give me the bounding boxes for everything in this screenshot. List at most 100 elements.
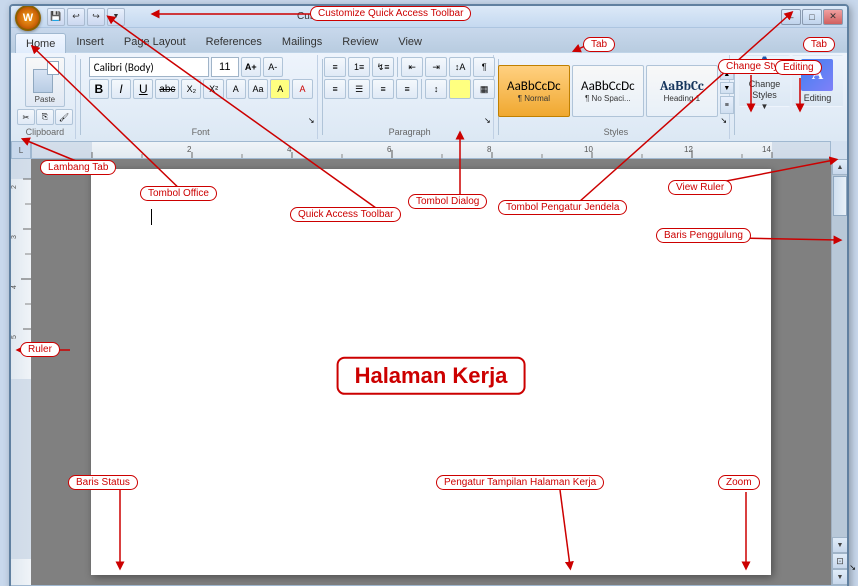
divider-2 <box>322 59 323 135</box>
strikethrough-button[interactable]: abc <box>155 79 179 99</box>
scroll-next-page-button[interactable]: ▼ <box>832 569 848 585</box>
numbering-button[interactable]: 1≡ <box>348 57 370 77</box>
cut-button[interactable]: ✂ <box>17 109 35 125</box>
subscript-button[interactable]: X₂ <box>181 79 201 99</box>
border-button[interactable]: ▦ <box>473 79 495 99</box>
editing-button[interactable]: A Editing <box>792 55 843 107</box>
underline-button[interactable]: U <box>133 79 153 99</box>
bullets-button[interactable]: ≡ <box>324 57 346 77</box>
office-button[interactable]: W <box>15 5 41 31</box>
fontcolor-button[interactable]: A <box>292 79 312 99</box>
styles-scroll-up[interactable]: ▲ <box>720 68 734 80</box>
paragraph-group-content: ≡ 1≡ ↯≡ ⇤ ⇥ ↕A ¶ ≡ ☰ ≡ <box>324 57 495 125</box>
increase-indent-button[interactable]: ⇥ <box>425 57 447 77</box>
font-dialog-launcher[interactable]: ↘ <box>308 116 315 125</box>
document-area[interactable]: Halaman Kerja <box>31 159 831 585</box>
divider-1 <box>80 59 81 135</box>
text-cursor <box>151 209 152 225</box>
align-right-button[interactable]: ≡ <box>372 79 394 99</box>
align-center-button[interactable]: ☰ <box>348 79 370 99</box>
clipboard-group-label: Clipboard <box>26 125 65 137</box>
style-normal-preview: AaBbCcDc <box>507 79 561 94</box>
linespacing-button[interactable]: ↕ <box>425 79 447 99</box>
qat-redo-button[interactable]: ↪ <box>87 8 105 26</box>
styles-scroll-more[interactable]: ≡ <box>720 96 734 114</box>
paragraph-group: ≡ 1≡ ↯≡ ⇤ ⇥ ↕A ¶ ≡ ☰ ≡ <box>327 55 494 139</box>
tab-insert[interactable]: Insert <box>66 32 114 52</box>
svg-text:14: 14 <box>762 145 771 154</box>
ribbon-content: Paste ✂ ⎘ 🖌 Clipboard ↘ <box>11 52 847 141</box>
office-logo: W <box>23 12 33 24</box>
font-size-grow-button[interactable]: A+ <box>241 57 261 77</box>
shading-button[interactable] <box>449 79 471 99</box>
tab-label-annotation: Tab <box>803 37 835 52</box>
style-heading1-item[interactable]: AaBbCc Heading 1 <box>646 65 718 117</box>
scroll-track[interactable] <box>832 175 847 537</box>
change-styles-label: Change Styles <box>740 79 789 101</box>
qat-undo-button[interactable]: ↩ <box>67 8 85 26</box>
tab-references[interactable]: References <box>196 32 272 52</box>
scroll-bottom-button[interactable]: ⊡ <box>832 553 848 569</box>
para-row-2: ≡ ☰ ≡ ≡ ↕ ▦ <box>324 79 495 99</box>
paragraph-group-label: Paragraph <box>389 125 431 137</box>
font-group: Calibri (Body) 11 A+ A- B I U abc X₂ X² … <box>85 55 318 139</box>
styles-scroll-down[interactable]: ▼ <box>720 82 734 94</box>
style-normal-item[interactable]: AaBbCcDc ¶ Normal <box>498 65 570 117</box>
font-name-box[interactable]: Calibri (Body) <box>89 57 209 77</box>
texteffect-button[interactable]: Aa <box>248 79 268 99</box>
superscript-button[interactable]: X² <box>203 79 223 99</box>
svg-text:4: 4 <box>11 285 18 289</box>
view-ruler-button[interactable]: L <box>11 141 31 159</box>
clearformat-button[interactable]: A <box>226 79 246 99</box>
change-styles-icon: A <box>748 51 780 77</box>
svg-text:2: 2 <box>187 145 192 154</box>
clipboard-group: Paste ✂ ⎘ 🖌 Clipboard ↘ <box>15 55 76 139</box>
svg-text:8: 8 <box>487 145 492 154</box>
tab-review[interactable]: Review <box>332 32 388 52</box>
tab-view[interactable]: View <box>388 32 432 52</box>
scroll-thumb[interactable] <box>833 176 847 216</box>
bold-button[interactable]: B <box>89 79 109 99</box>
styles-dialog-launcher[interactable]: ↘ <box>720 116 727 125</box>
paste-button[interactable]: Paste <box>25 57 65 107</box>
v-ruler-svg: 2 3 4 5 <box>11 159 31 585</box>
styles-group: AaBbCcDc ¶ Normal AaBbCcDc ¶ No Spaci...… <box>503 55 730 139</box>
style-nospacing-item[interactable]: AaBbCcDc ¶ No Spaci... <box>572 65 644 117</box>
change-styles-button[interactable]: A Change Styles ▼ <box>739 55 790 107</box>
font-row-1: Calibri (Body) 11 A+ A- <box>89 57 313 77</box>
multilevel-button[interactable]: ↯≡ <box>372 57 394 77</box>
para-dialog-launcher[interactable]: ↘ <box>484 116 491 125</box>
restore-button[interactable]: □ <box>802 9 822 25</box>
paste-label: Paste <box>35 95 55 104</box>
font-size-box[interactable]: 11 <box>211 57 239 77</box>
show-marks-button[interactable]: ¶ <box>473 57 495 77</box>
sort-button[interactable]: ↕A <box>449 57 471 77</box>
styles-scroll-control[interactable]: ▲ ▼ ≡ <box>720 68 734 114</box>
scroll-down-button[interactable]: ▼ <box>832 537 848 553</box>
qat-save-button[interactable]: 💾 <box>47 8 65 26</box>
copy-button[interactable]: ⎘ <box>36 109 54 125</box>
document-page[interactable]: Halaman Kerja <box>91 169 771 575</box>
justify-button[interactable]: ≡ <box>396 79 418 99</box>
italic-button[interactable]: I <box>111 79 131 99</box>
tab-mailings[interactable]: Mailings <box>272 32 332 52</box>
minimize-button[interactable]: – <box>781 9 801 25</box>
editing-icon: A <box>801 59 833 91</box>
editing-label: Editing <box>804 93 832 103</box>
tab-page-layout[interactable]: Page Layout <box>114 32 196 52</box>
horizontal-ruler: 2 4 6 8 10 12 14 <box>31 141 831 159</box>
decrease-indent-button[interactable]: ⇤ <box>401 57 423 77</box>
divider-3 <box>397 57 398 77</box>
format-painter-button[interactable]: 🖌 <box>55 109 73 125</box>
font-size-shrink-button[interactable]: A- <box>263 57 283 77</box>
close-button[interactable]: ✕ <box>823 9 843 25</box>
tab-home[interactable]: Home <box>15 33 66 53</box>
vertical-scrollbar[interactable]: ▲ ▼ ⊡ ▼ <box>831 159 847 585</box>
qat-dropdown-button[interactable]: ▼ <box>107 8 125 26</box>
svg-text:4: 4 <box>287 145 292 154</box>
highlight-button[interactable]: A <box>270 79 290 99</box>
style-nospacing-label: ¶ No Spaci... <box>585 94 631 103</box>
align-left-button[interactable]: ≡ <box>324 79 346 99</box>
scroll-up-button[interactable]: ▲ <box>832 159 848 175</box>
style-heading1-preview: AaBbCc <box>660 79 704 94</box>
